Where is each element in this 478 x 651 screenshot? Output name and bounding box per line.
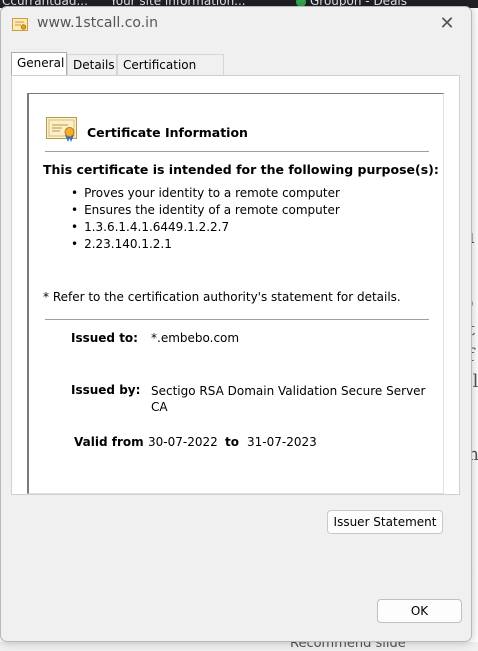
- purpose-item: Ensures the identity of a remote compute…: [71, 202, 340, 219]
- issued-by-value: Sectigo RSA Domain Validation Secure Ser…: [151, 384, 426, 414]
- purpose-item: Proves your identity to a remote compute…: [71, 185, 340, 202]
- issued-by-label: Issued by:: [71, 383, 141, 397]
- tab-certification-path[interactable]: Certification Path: [117, 54, 224, 92]
- close-button[interactable]: ✕: [431, 11, 463, 37]
- ok-button[interactable]: OK: [377, 599, 462, 623]
- purpose-list: Proves your identity to a remote compute…: [71, 185, 340, 253]
- authority-note: * Refer to the certification authority's…: [43, 290, 401, 304]
- tab-general[interactable]: General: [11, 52, 67, 75]
- certificate-icon: [12, 18, 28, 31]
- certificate-dialog: www.1stcall.co.in ✕ General Details Cert…: [0, 6, 472, 642]
- purpose-heading: This certificate is intended for the fol…: [43, 162, 439, 177]
- certificate-info-title: Certificate Information: [87, 125, 248, 140]
- dialog-title: www.1stcall.co.in: [37, 15, 158, 31]
- tab-details[interactable]: Details: [67, 54, 117, 75]
- issued-to-label: Issued to:: [71, 331, 138, 345]
- issuer-statement-button[interactable]: Issuer Statement: [327, 510, 443, 534]
- valid-to-label: to: [225, 435, 239, 449]
- valid-from-label: Valid from: [74, 435, 144, 449]
- purpose-item: 1.3.6.1.4.1.6449.1.2.2.7: [71, 219, 340, 236]
- valid-to-value: 31-07-2023: [247, 435, 317, 449]
- divider: [45, 151, 429, 152]
- certificate-info-box: Certificate Information This certificate…: [27, 93, 444, 494]
- issued-to-value: *.embebo.com: [151, 331, 240, 345]
- certificate-icon: [46, 117, 77, 142]
- valid-from-value: 30-07-2022: [148, 435, 218, 449]
- purpose-item: 2.23.140.1.2.1: [71, 236, 340, 253]
- close-icon: ✕: [439, 13, 455, 34]
- dialog-titlebar[interactable]: www.1stcall.co.in ✕: [1, 7, 471, 41]
- divider: [45, 319, 429, 320]
